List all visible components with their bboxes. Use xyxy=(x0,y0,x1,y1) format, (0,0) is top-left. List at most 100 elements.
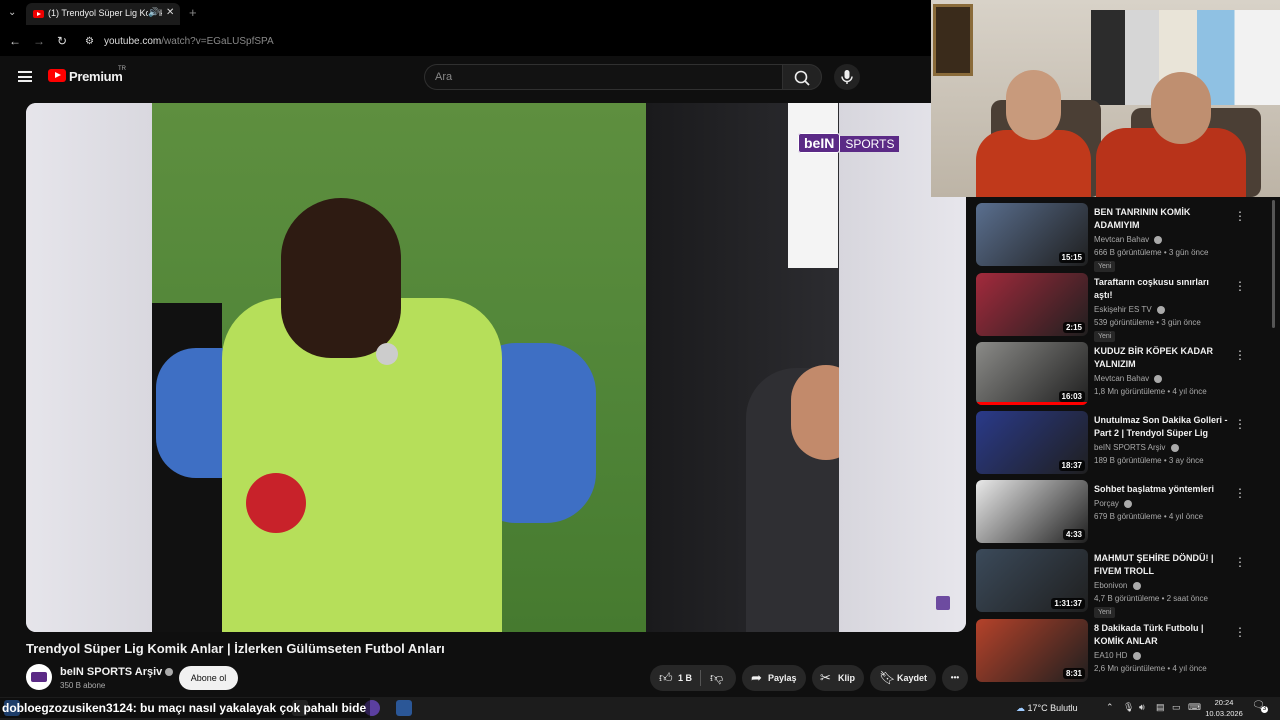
recommendation-thumbnail[interactable]: 15:15 xyxy=(976,203,1088,266)
recommendation-meta: 189 B görüntüleme • 3 ay önce xyxy=(1094,456,1204,465)
battery-icon[interactable]: ▭ xyxy=(1172,702,1181,713)
close-tab-icon[interactable]: ✕ xyxy=(166,7,174,18)
channel-name[interactable]: beIN SPORTS Arşiv xyxy=(60,666,174,678)
recommendation-channel[interactable]: beIN SPORTS Arşiv xyxy=(1094,443,1179,452)
bein-sports-logo: beIN SPORTS xyxy=(798,133,918,155)
voice-search-button[interactable] xyxy=(834,64,860,90)
logo-part-b: SPORTS xyxy=(840,136,900,152)
notification-icon[interactable]: 🗨︎ 3 xyxy=(1252,700,1268,714)
new-tab-icon[interactable]: + xyxy=(189,5,197,20)
clock-date: 10.03.2026 xyxy=(1205,709,1243,718)
recommendation-channel[interactable]: Mevtcan Bahav xyxy=(1094,235,1163,244)
chat-message-overlay: dobloegzozusiken3124: bu maçı nasıl yaka… xyxy=(0,698,371,718)
notification-count: 3 xyxy=(1261,706,1268,713)
recommendation-title[interactable]: Taraftarın coşkusu sınırları aştı! xyxy=(1094,276,1229,302)
back-icon[interactable]: ← xyxy=(9,34,21,48)
recommendation-title[interactable]: Unutulmaz Son Dakika Golleri - Part 2 | … xyxy=(1094,414,1229,440)
more-options-icon[interactable]: ⋮ xyxy=(1234,486,1246,500)
video-microphone xyxy=(376,343,398,365)
microphone-tray-icon[interactable]: 🎙︎ xyxy=(1123,702,1134,713)
more-options-icon[interactable]: ⋮ xyxy=(1234,209,1246,223)
recommendation-title[interactable]: BEN TANRININ KOMİK ADAMIYIM xyxy=(1094,206,1229,232)
recommendation-channel[interactable]: Ebonivon xyxy=(1094,581,1141,590)
save-button[interactable]: 🔖︎ Kaydet xyxy=(870,665,936,691)
subscribe-button[interactable]: Abone ol xyxy=(179,666,238,690)
weather-widget[interactable]: ☁ 17°C Bulutlu xyxy=(1016,700,1078,716)
channel-watermark-icon[interactable] xyxy=(936,596,950,610)
more-options-icon[interactable]: ⋮ xyxy=(1234,555,1246,569)
search-input[interactable] xyxy=(425,65,782,89)
recommendation-channel-name: Porçay xyxy=(1094,499,1119,508)
recommendation-channel-name: Mevtcan Bahav xyxy=(1094,374,1150,383)
verified-icon xyxy=(1124,499,1133,508)
more-options-icon[interactable]: ⋮ xyxy=(1234,417,1246,431)
reload-icon[interactable]: ↻ xyxy=(57,34,67,48)
recommendation-channel-name: Ebonivon xyxy=(1094,581,1128,590)
recommendation-thumbnail[interactable]: 2:15 xyxy=(976,273,1088,336)
search-button[interactable] xyxy=(782,64,822,90)
recommendation-item[interactable]: 15:15 BEN TANRININ KOMİK ADAMIYIM Mevtcan … xyxy=(976,203,1256,272)
recommendation-item[interactable]: 18:37 Unutulmaz Son Dakika Golleri - Part… xyxy=(976,411,1256,477)
volume-icon[interactable]: 🔊︎ xyxy=(1139,702,1145,713)
taskbar-app-icon[interactable] xyxy=(396,700,412,716)
clock[interactable]: 20:24 10.03.2026 xyxy=(1204,697,1244,719)
share-button[interactable]: ➦ Paylaş xyxy=(742,665,806,691)
recommendation-item[interactable]: 16:03 KUDUZ BİR KÖPEK KADAR YALNIZIM Mevtc… xyxy=(976,342,1256,408)
recommendation-thumbnail[interactable]: 18:37 xyxy=(976,411,1088,474)
menu-icon[interactable] xyxy=(18,71,32,82)
like-icon[interactable]: 👍︎ xyxy=(659,665,673,691)
recommendation-channel[interactable]: Porçay xyxy=(1094,499,1133,508)
site-info-icon[interactable]: ⚙ xyxy=(85,36,94,47)
recommendation-title[interactable]: 8 Dakikada Türk Futbolu | KOMİK ANLAR xyxy=(1094,622,1229,648)
recommendation-channel[interactable]: EA10 HD xyxy=(1094,651,1141,660)
recommendation-title[interactable]: Sohbet başlatma yöntemleri xyxy=(1094,483,1229,496)
speaker-icon[interactable]: 🔊 xyxy=(148,7,160,18)
recommendation-thumbnail[interactable]: 1:31:37 xyxy=(976,549,1088,612)
tray-chevron-icon[interactable]: ⌃ xyxy=(1106,702,1114,713)
recommendation-thumbnail[interactable]: 4:33 xyxy=(976,480,1088,543)
recommendation-channel[interactable]: Eskişehir ES TV xyxy=(1094,305,1165,314)
recommendation-meta: 666 B görüntüleme • 3 gün önce xyxy=(1094,248,1209,257)
chat-username: dobloegzozusiken3124 xyxy=(2,701,133,715)
tab-title: (1) Trendyol Süper Lig Komik Anlar xyxy=(48,8,162,18)
more-options-icon[interactable]: ⋮ xyxy=(1234,348,1246,362)
like-count[interactable]: 1 B xyxy=(678,665,692,691)
channel-avatar[interactable] xyxy=(26,664,52,690)
webcam-overlay xyxy=(931,0,1280,197)
webcam-person-left-head xyxy=(1006,70,1061,140)
network-icon[interactable]: ▤ xyxy=(1156,702,1165,713)
recommendation-thumbnail[interactable]: 8:31 xyxy=(976,619,1088,682)
logo-text[interactable]: Premium xyxy=(69,69,123,84)
browser-tab[interactable]: (1) Trendyol Süper Lig Komik Anlar 🔊 ✕ xyxy=(26,3,180,25)
recommendation-thumbnail[interactable]: 16:03 xyxy=(976,342,1088,405)
bookmark-icon: 🔖︎ xyxy=(879,670,896,685)
clip-button[interactable]: ✂ Klip xyxy=(812,665,864,691)
recommendation-item[interactable]: 2:15 Taraftarın coşkusu sınırları aştı! Es… xyxy=(976,273,1256,342)
new-badge: Yeni xyxy=(1094,607,1116,618)
scissors-icon: ✂ xyxy=(820,670,831,685)
video-side-panel-left xyxy=(26,103,152,632)
dislike-icon[interactable]: 👎︎ xyxy=(710,665,723,691)
forward-icon[interactable]: → xyxy=(33,34,45,48)
more-actions-button[interactable]: ••• xyxy=(942,665,968,691)
more-options-icon[interactable]: ⋮ xyxy=(1234,279,1246,293)
share-icon: ➦ xyxy=(751,670,762,685)
recommendation-title[interactable]: MAHMUT ŞEHİRE DÖNDÜ! | FIVEM TROLL xyxy=(1094,552,1229,578)
video-player[interactable]: beIN SPORTS xyxy=(26,103,966,632)
recommendation-item[interactable]: 4:33 Sohbet başlatma yöntemleri Porçay 679… xyxy=(976,480,1256,546)
clock-time: 20:24 xyxy=(1214,698,1234,707)
url-field[interactable]: youtube.com/watch?v=EGaLUSpfSPA xyxy=(104,36,274,47)
scrollbar[interactable] xyxy=(1272,200,1275,328)
tab-list-icon[interactable]: ⌄ xyxy=(8,7,16,18)
recommendation-item[interactable]: 8:31 8 Dakikada Türk Futbolu | KOMİK ANLA… xyxy=(976,619,1256,685)
channel-name-text: beIN SPORTS Arşiv xyxy=(60,666,163,678)
recommendation-channel[interactable]: Mevtcan Bahav xyxy=(1094,374,1163,383)
keyboard-icon[interactable]: ⌨ xyxy=(1188,702,1201,713)
video-title: Trendyol Süper Lig Komik Anlar | İzlerke… xyxy=(26,641,445,656)
more-options-icon[interactable]: ⋮ xyxy=(1234,625,1246,639)
recommendation-title[interactable]: KUDUZ BİR KÖPEK KADAR YALNIZIM xyxy=(1094,345,1229,371)
video-duration: 4:33 xyxy=(1062,529,1085,540)
webcam-portrait-frame xyxy=(933,4,973,76)
youtube-logo-icon[interactable] xyxy=(48,69,66,82)
recommendation-item[interactable]: 1:31:37 MAHMUT ŞEHİRE DÖNDÜ! | FIVEM TROL… xyxy=(976,549,1256,618)
